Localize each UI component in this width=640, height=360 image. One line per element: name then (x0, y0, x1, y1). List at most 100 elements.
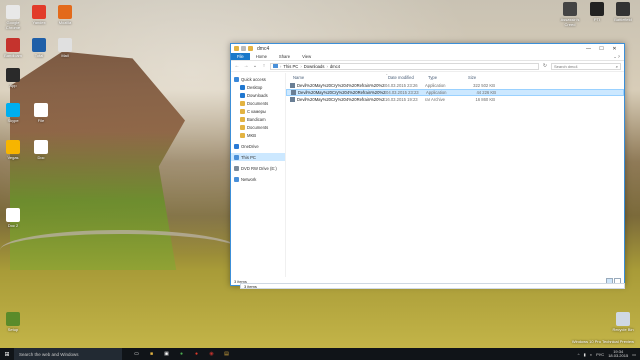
nav-item[interactable]: С камеры (231, 107, 285, 115)
nav-item-label: Downloads (247, 92, 268, 98)
folder-icon[interactable] (234, 46, 239, 51)
title-bar: dmc4 — ☐ ✕ (231, 44, 624, 53)
breadcrumb-this-pc[interactable]: This PC (283, 64, 298, 69)
recent-dropdown-icon[interactable]: ⌄ (252, 63, 258, 69)
file-row[interactable]: Devil%20May%20Cry%204%20Refrain%20%28tex… (286, 89, 624, 96)
column-type[interactable]: Type (425, 75, 465, 80)
nav-item[interactable]: Downloads (231, 91, 285, 99)
nav-item[interactable]: MKB (231, 131, 285, 139)
desktop-icon[interactable]: File (28, 103, 54, 123)
pc-icon (273, 64, 278, 68)
refresh-icon[interactable]: ↻ (542, 63, 548, 69)
explorer-active-icon[interactable]: ▤ (222, 350, 231, 359)
desktop-icon[interactable]: Vegas (0, 140, 26, 160)
file-row[interactable]: Devil%20May%20Cry%204%20Refrain%20%28sou… (286, 82, 624, 89)
breadcrumb-downloads[interactable]: Downloads (304, 64, 325, 69)
file-row[interactable]: Devil%20May%20Cry%204%20Refrain%20%28ori… (286, 96, 624, 103)
network-icon[interactable]: ▮ (584, 352, 586, 357)
file-name-cell: Devil%20May%20Cry%204%20Refrain%20%28tex… (291, 90, 386, 95)
bandicam-taskbar-icon[interactable]: ◉ (207, 350, 216, 359)
taskbar: ⊞ Search the web and Windows ▭ ■ ▣ ● ● ◉… (0, 348, 640, 360)
file-name: Devil%20May%20Cry%204%20Refrain%20%28tex… (298, 90, 386, 95)
nav-item[interactable]: Network (231, 175, 285, 183)
background-window-status: 3 items (240, 283, 625, 289)
file-name-cell: Devil%20May%20Cry%204%20Refrain%20%28sou… (290, 83, 385, 88)
desktop-icon[interactable]: Setup (0, 312, 26, 332)
file-explorer-window: dmc4 — ☐ ✕ File Home Share View ⌄ ? ← → … (230, 43, 625, 286)
folder-icon (234, 76, 239, 82)
clock[interactable]: 19:34 18.03.2015 (608, 350, 628, 358)
desktop-icon[interactable]: Doc 2 (0, 208, 26, 228)
taskbar-search[interactable]: Search the web and Windows (14, 348, 122, 360)
nav-item[interactable]: Documents (231, 99, 285, 107)
volume-icon[interactable]: ◖ (590, 352, 592, 357)
new-folder-icon[interactable] (248, 46, 253, 51)
desktop-icon[interactable]: Yandex (26, 5, 52, 25)
nav-item[interactable]: Quick access (231, 75, 285, 83)
notifications-icon[interactable]: ▭ (632, 352, 636, 357)
yandex-taskbar-icon[interactable]: ● (192, 350, 201, 359)
folder-icon (234, 154, 239, 160)
app-icon (616, 2, 630, 16)
nav-item[interactable]: OneDrive (231, 142, 285, 150)
column-date[interactable]: Date modified (385, 75, 425, 80)
nav-item[interactable]: Desktop (231, 83, 285, 91)
desktop-icon-label: Doc (37, 155, 45, 160)
nav-item-label: Documents (247, 124, 269, 130)
app-icon (58, 38, 72, 52)
language-indicator[interactable]: РУС (596, 352, 604, 357)
tab-view[interactable]: View (296, 53, 317, 60)
desktop-icon[interactable]: Google Chrome (0, 5, 26, 30)
desktop-icon[interactable]: PTI (584, 2, 610, 22)
start-button[interactable]: ⊞ (0, 348, 14, 360)
task-view-icon[interactable]: ▭ (132, 350, 141, 359)
nav-item[interactable]: Documents (231, 123, 285, 131)
maximize-button[interactable]: ☐ (595, 46, 608, 52)
tab-share[interactable]: Share (273, 53, 296, 60)
folder-icon (240, 124, 245, 130)
tab-home[interactable]: Home (250, 53, 273, 60)
breadcrumb-dmc4[interactable]: dmc4 (330, 64, 340, 69)
desktop-icon[interactable]: App (0, 68, 26, 88)
desktop-icon-label: Doc 2 (7, 223, 19, 228)
address-bar[interactable]: › This PC › Downloads › dmc4 (270, 62, 539, 70)
minimize-button[interactable]: — (582, 46, 595, 52)
file-explorer-taskbar-icon[interactable]: ■ (147, 350, 156, 359)
desktop-icon[interactable]: Doc (28, 140, 54, 160)
up-arrow-icon[interactable]: ↑ (261, 63, 267, 69)
desktop-icon[interactable]: Mail (52, 38, 78, 58)
column-size[interactable]: Size (465, 75, 495, 80)
desktop-icon[interactable]: Assassin's Creed (557, 2, 583, 27)
folder-icon (240, 108, 245, 114)
nav-item[interactable]: Bandicam (231, 115, 285, 123)
desktop-icon-label: Google Chrome (5, 20, 21, 30)
app-icon (6, 38, 20, 52)
nav-item[interactable]: This PC (231, 153, 285, 161)
tab-file[interactable]: File (231, 53, 250, 60)
desktop-icon-label: Mozilla (58, 20, 72, 25)
desktop-icon[interactable]: Battlefield (610, 2, 636, 22)
properties-icon[interactable] (241, 46, 246, 51)
desktop-icon[interactable]: Bandicam (0, 38, 26, 58)
store-icon[interactable]: ▣ (162, 350, 171, 359)
nav-item-label: Documents (247, 100, 269, 106)
tray-up-icon[interactable]: ^ (578, 352, 580, 357)
chrome-taskbar-icon[interactable]: ● (177, 350, 186, 359)
item-count-background: 3 items (244, 283, 257, 289)
desktop-icon[interactable]: Recycle Bin (610, 312, 636, 332)
search-input[interactable]: Search dmc4 ⌕ (551, 62, 621, 70)
nav-item[interactable]: DVD RW Drive (E:) (231, 164, 285, 172)
clock-date: 18.03.2015 (608, 353, 629, 358)
back-arrow-icon[interactable]: ← (234, 63, 240, 69)
file-size: 322 502 KB (473, 83, 495, 88)
file-type: Application (425, 83, 446, 88)
ribbon-expand-icon[interactable]: ⌄ ? (609, 53, 624, 60)
column-name[interactable]: Name (290, 75, 385, 80)
forward-arrow-icon[interactable]: → (243, 63, 249, 69)
folder-icon (240, 132, 245, 138)
nav-item-label: Bandicam (247, 116, 266, 122)
desktop-icon[interactable]: Mozilla (52, 5, 78, 25)
desktop-icon[interactable]: Total (26, 38, 52, 58)
desktop-icon[interactable]: Skype (0, 103, 26, 123)
close-button[interactable]: ✕ (608, 46, 621, 52)
